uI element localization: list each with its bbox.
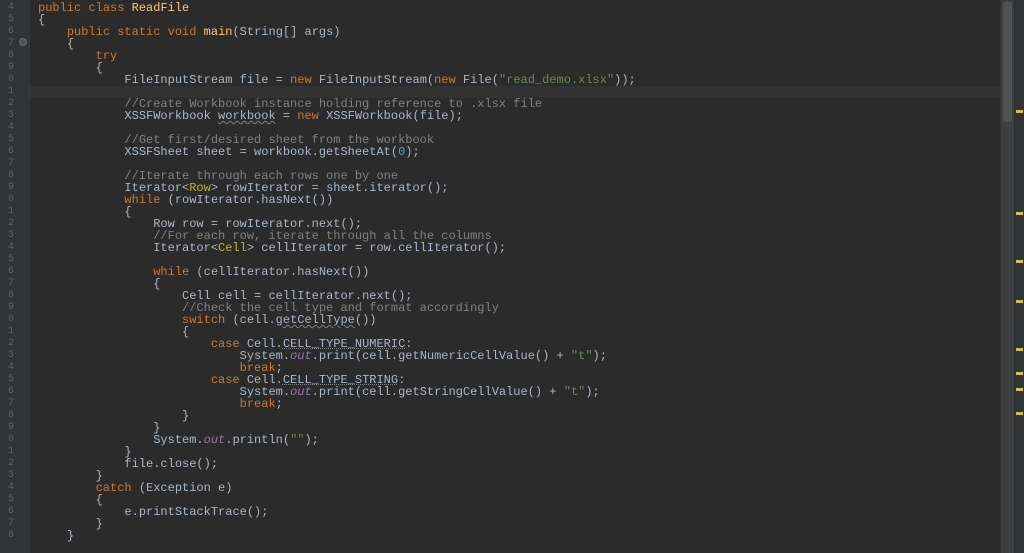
line-number[interactable]: 3 [0,110,18,122]
line-number[interactable]: 1 [0,326,18,338]
warning-mark[interactable] [1016,110,1023,113]
code-content[interactable]: public class ReadFile { public static vo… [30,0,642,544]
keyword: case [211,337,240,351]
line-number[interactable]: 8 [0,170,18,182]
brace: } [67,529,74,543]
line-number[interactable]: 2 [0,338,18,350]
warning-mark[interactable] [1016,372,1023,375]
static-field: out [290,349,312,363]
brace: { [38,13,45,27]
warning-mark[interactable] [1016,388,1023,391]
warning-mark[interactable] [1016,212,1023,215]
deprecated: getCellType [276,313,355,327]
code-editor: 4567890123456789012345678901234567890123… [0,0,1024,553]
string: "t" [571,349,593,363]
line-number[interactable]: 0 [0,434,18,446]
line-number[interactable]: 9 [0,422,18,434]
line-number[interactable]: 9 [0,62,18,74]
keyword: class [88,1,124,15]
line-number[interactable]: 6 [0,266,18,278]
keyword: case [211,373,240,387]
method-name: main [204,25,233,39]
line-number[interactable]: 2 [0,98,18,110]
line-number[interactable]: 3 [0,350,18,362]
brace: } [182,409,189,423]
line-number[interactable]: 8 [0,410,18,422]
line-number[interactable]: 2 [0,218,18,230]
keyword: new [434,73,456,87]
line-number[interactable]: 0 [0,314,18,326]
line-number[interactable]: 2 [0,458,18,470]
line-number[interactable]: 7 [0,38,18,50]
line-number[interactable]: 4 [0,242,18,254]
line-number[interactable]: 8 [0,530,18,542]
line-number[interactable]: 5 [0,374,18,386]
line-number[interactable]: 6 [0,386,18,398]
line-number-gutter[interactable]: 4567890123456789012345678901234567890123… [0,0,18,553]
keyword: static [117,25,160,39]
line-number[interactable]: 3 [0,470,18,482]
keyword: new [290,73,312,87]
line-number[interactable]: 0 [0,194,18,206]
line-number[interactable]: 1 [0,446,18,458]
gutter-marker-icon[interactable] [19,38,27,46]
keyword: void [168,25,197,39]
line-number[interactable]: 9 [0,302,18,314]
line-number[interactable]: 0 [0,74,18,86]
line-number[interactable]: 6 [0,26,18,38]
vertical-scrollbar[interactable]: ▲ [1000,0,1014,553]
scroll-thumb[interactable] [1003,2,1012,122]
line-number[interactable]: 7 [0,278,18,290]
brace: { [67,37,74,51]
brace: { [182,325,189,339]
line-number[interactable]: 6 [0,506,18,518]
warning-mark[interactable] [1016,300,1023,303]
warning-mark[interactable] [1016,412,1023,415]
line-number[interactable]: 5 [0,134,18,146]
var: file [240,73,269,87]
line-number[interactable]: 4 [0,482,18,494]
line-number[interactable]: 8 [0,290,18,302]
line-number[interactable]: 9 [0,182,18,194]
brace: { [96,61,103,75]
static-field: out [290,385,312,399]
string: "" [290,433,304,447]
static-field: out [204,433,226,447]
signature: (String[] args) [232,25,340,39]
string: "read_demo.xlsx" [499,73,614,87]
line-number[interactable]: 3 [0,230,18,242]
string: "t" [564,385,586,399]
line-number[interactable]: 5 [0,254,18,266]
code-viewport[interactable]: public class ReadFile { public static vo… [30,0,1000,553]
keyword: new [297,109,319,123]
type: XSSFSheet [124,145,189,159]
type: FileInputStream [124,73,232,87]
line-number[interactable]: 6 [0,146,18,158]
warning-mark[interactable] [1016,348,1023,351]
var-warn: workbook [218,109,276,123]
line-number[interactable]: 4 [0,2,18,14]
line-number[interactable]: 4 [0,122,18,134]
type: XSSFWorkbook [124,109,210,123]
line-number[interactable]: 1 [0,86,18,98]
line-number[interactable]: 7 [0,398,18,410]
line-number[interactable]: 4 [0,362,18,374]
line-number[interactable]: 1 [0,206,18,218]
error-stripe[interactable] [1014,0,1024,553]
brace: } [96,517,103,531]
warning-mark[interactable] [1016,260,1023,263]
line-number[interactable]: 7 [0,158,18,170]
brace: { [153,277,160,291]
brace: { [96,493,103,507]
class-name: ReadFile [132,1,190,15]
line-number[interactable]: 5 [0,494,18,506]
breakpoint-gutter[interactable] [18,0,30,553]
line-number[interactable]: 7 [0,518,18,530]
brace: { [124,205,131,219]
keyword: break [240,397,276,411]
generic: Cell [218,241,247,255]
line-number[interactable]: 5 [0,14,18,26]
line-number[interactable]: 8 [0,50,18,62]
